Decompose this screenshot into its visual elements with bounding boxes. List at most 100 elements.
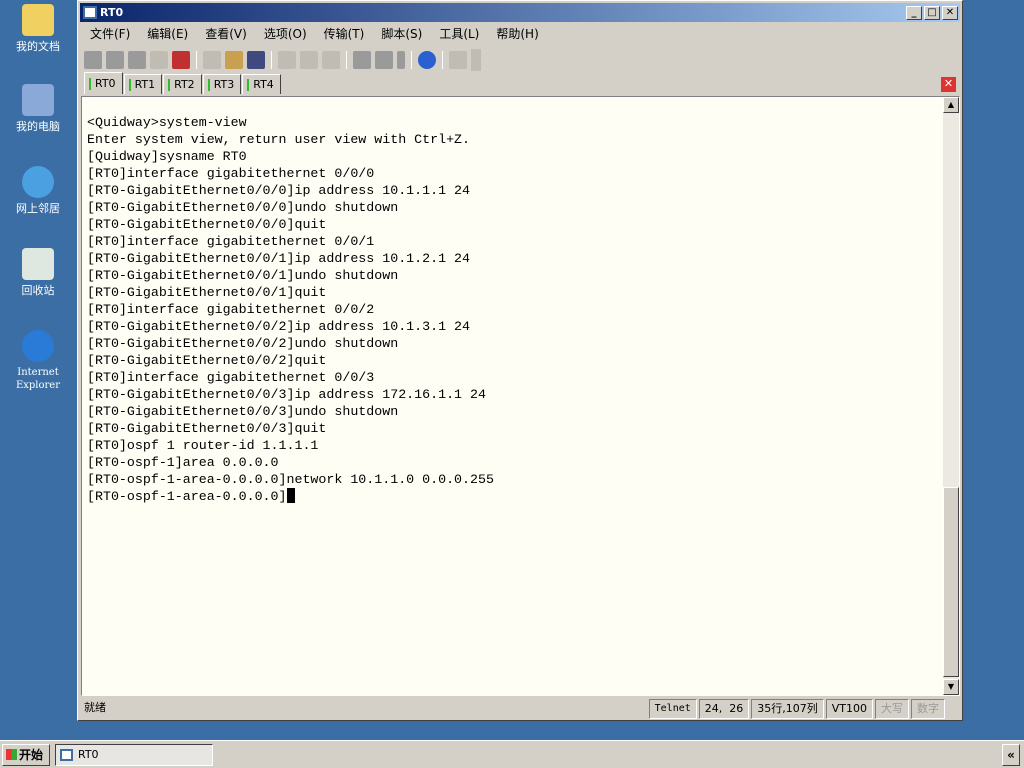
session-options-icon[interactable] [353,50,371,69]
quick-connect-icon[interactable] [106,50,124,69]
icon-label: 回收站 [21,284,55,297]
window-title: RT0 [100,6,124,19]
taskbar: 开始 RT0 « [0,740,1024,768]
ie-icon [22,330,54,362]
menu-view[interactable]: 查看(V) [205,25,247,43]
app-icon [60,749,73,761]
keymap-icon[interactable] [449,50,467,69]
title-bar[interactable]: RT0 _ □ ✕ [80,3,960,22]
terminal-line: [RT0-GigabitEthernet0/0/3]undo shutdown [87,404,399,419]
help-icon[interactable] [418,50,436,69]
app-icon [83,6,97,19]
windows-logo-icon [6,749,17,760]
tab-label: RT3 [213,78,235,91]
status-size: 35行,107列 [751,699,824,719]
status-bar: 就绪 Telnet 24, 26 35行,107列 VT100 大写 数字 [81,699,959,719]
tray-expand-button[interactable]: « [1002,744,1020,766]
desktop-icon-ie[interactable]: Internet Explorer [4,330,72,392]
status-indicator-icon [247,78,250,91]
status-num: 数字 [911,699,945,719]
start-button[interactable]: 开始 [2,744,50,766]
icon-label: 我的电脑 [16,120,60,133]
connect-icon[interactable] [84,50,102,69]
status-indicator-icon [168,78,171,91]
terminal-line: [RT0-GigabitEthernet0/0/0]quit [87,217,327,232]
terminal-line: [RT0-ospf-1-area-0.0.0.0]network 10.1.1.… [87,472,494,487]
terminal-line: [RT0]interface gigabitethernet 0/0/2 [87,302,375,317]
copy-icon[interactable] [203,50,221,69]
terminal-prompt-line: [RT0-ospf-1-area-0.0.0.0] [87,488,494,505]
sftp-icon[interactable] [375,50,393,69]
desktop-icon-my-computer[interactable]: 我的电脑 [4,84,72,133]
tab-label: RT0 [95,77,116,90]
terminal-line: [RT0-GigabitEthernet0/0/2]quit [87,353,327,368]
terminal-line: [RT0-GigabitEthernet0/0/1]ip address 10.… [87,251,471,266]
terminal-line: [RT0]ospf 1 router-id 1.1.1.1 [87,438,319,453]
maximize-button[interactable]: □ [924,6,940,20]
menu-bar: 文件(F) 编辑(E) 查看(V) 选项(O) 传输(T) 脚本(S) 工具(L… [90,25,539,43]
terminal-line: [RT0-GigabitEthernet0/0/2]ip address 10.… [87,319,471,334]
print-icon[interactable] [322,50,340,69]
menu-script[interactable]: 脚本(S) [381,25,422,43]
print-selection-icon[interactable] [300,50,318,69]
menu-tools[interactable]: 工具(L) [439,25,479,43]
terminal-line: [RT0-GigabitEthernet0/0/1]undo shutdown [87,268,399,283]
scroll-down-icon[interactable]: ▼ [943,679,959,695]
terminal-line: [RT0-GigabitEthernet0/0/2]undo shutdown [87,336,399,351]
menu-options[interactable]: 选项(O) [264,25,307,43]
close-tab-button[interactable]: ✕ [941,77,956,92]
status-emulation: VT100 [825,699,873,719]
terminal-line: [RT0-GigabitEthernet0/0/0]undo shutdown [87,200,399,215]
desktop-icon-recycle-bin[interactable]: 回收站 [4,248,72,297]
terminal-line: [RT0]interface gigabitethernet 0/0/0 [87,166,375,181]
cursor [286,488,295,503]
terminal-line: [RT0-GigabitEthernet0/0/3]quit [87,421,327,436]
print-screen-icon[interactable] [278,50,296,69]
terminal-output: <Quidway>system-view Enter system view, r… [87,114,494,505]
scroll-up-icon[interactable]: ▲ [943,97,959,113]
terminal-line: [RT0-GigabitEthernet0/0/0]ip address 10.… [87,183,471,198]
terminal-line: [RT0-GigabitEthernet0/0/3]ip address 172… [87,387,486,402]
securecrt-window: RT0 _ □ ✕ 文件(F) 编辑(E) 查看(V) 选项(O) 传输(T) … [77,0,963,721]
status-caps: 大写 [875,699,909,719]
tab-rt0[interactable]: RT0 [84,72,123,94]
task-label: RT0 [78,748,99,761]
menu-transfer[interactable]: 传输(T) [324,25,365,43]
close-button[interactable]: ✕ [942,6,958,20]
network-icon [22,166,54,198]
find-icon[interactable] [247,50,265,69]
terminal-line: [RT0]interface gigabitethernet 0/0/3 [87,370,375,385]
tab-rt3[interactable]: RT3 [202,74,242,94]
key-icon[interactable] [397,50,405,69]
computer-icon [22,84,54,116]
menu-file[interactable]: 文件(F) [90,25,130,43]
tab-label: RT1 [134,78,156,91]
taskbar-item-rt0[interactable]: RT0 [55,744,213,766]
scroll-thumb[interactable] [943,487,959,677]
terminal-line: [Quidway]sysname RT0 [87,149,247,164]
status-ready: 就绪 [84,701,106,714]
recycle-bin-icon [22,248,54,280]
status-protocol: Telnet [648,699,697,719]
toolbar-overflow-icon[interactable] [471,48,481,71]
desktop-icon-my-documents[interactable]: 我的文档 [4,4,72,53]
minimize-button[interactable]: _ [906,6,922,20]
toolbar-separator [196,50,197,69]
menu-help[interactable]: 帮助(H) [496,25,538,43]
disconnect-icon[interactable] [172,50,190,69]
vertical-scrollbar[interactable]: ▲ ▼ [943,97,959,695]
paste-icon[interactable] [225,50,243,69]
tab-rt4[interactable]: RT4 [242,74,281,94]
terminal-line: [RT0]interface gigabitethernet 0/0/1 [87,234,375,249]
tab-rt2[interactable]: RT2 [163,74,202,94]
desktop-icon-network[interactable]: 网上邻居 [4,166,72,215]
menu-edit[interactable]: 编辑(E) [147,25,188,43]
reconnect-icon[interactable] [150,50,168,69]
terminal-line: [RT0-GigabitEthernet0/0/1]quit [87,285,327,300]
start-label: 开始 [19,748,44,762]
resize-grip-icon[interactable] [945,699,959,719]
connect-tab-icon[interactable] [128,50,146,69]
toolbar [84,48,481,71]
tab-rt1[interactable]: RT1 [123,74,163,94]
terminal[interactable]: <Quidway>system-view Enter system view, r… [81,96,960,696]
